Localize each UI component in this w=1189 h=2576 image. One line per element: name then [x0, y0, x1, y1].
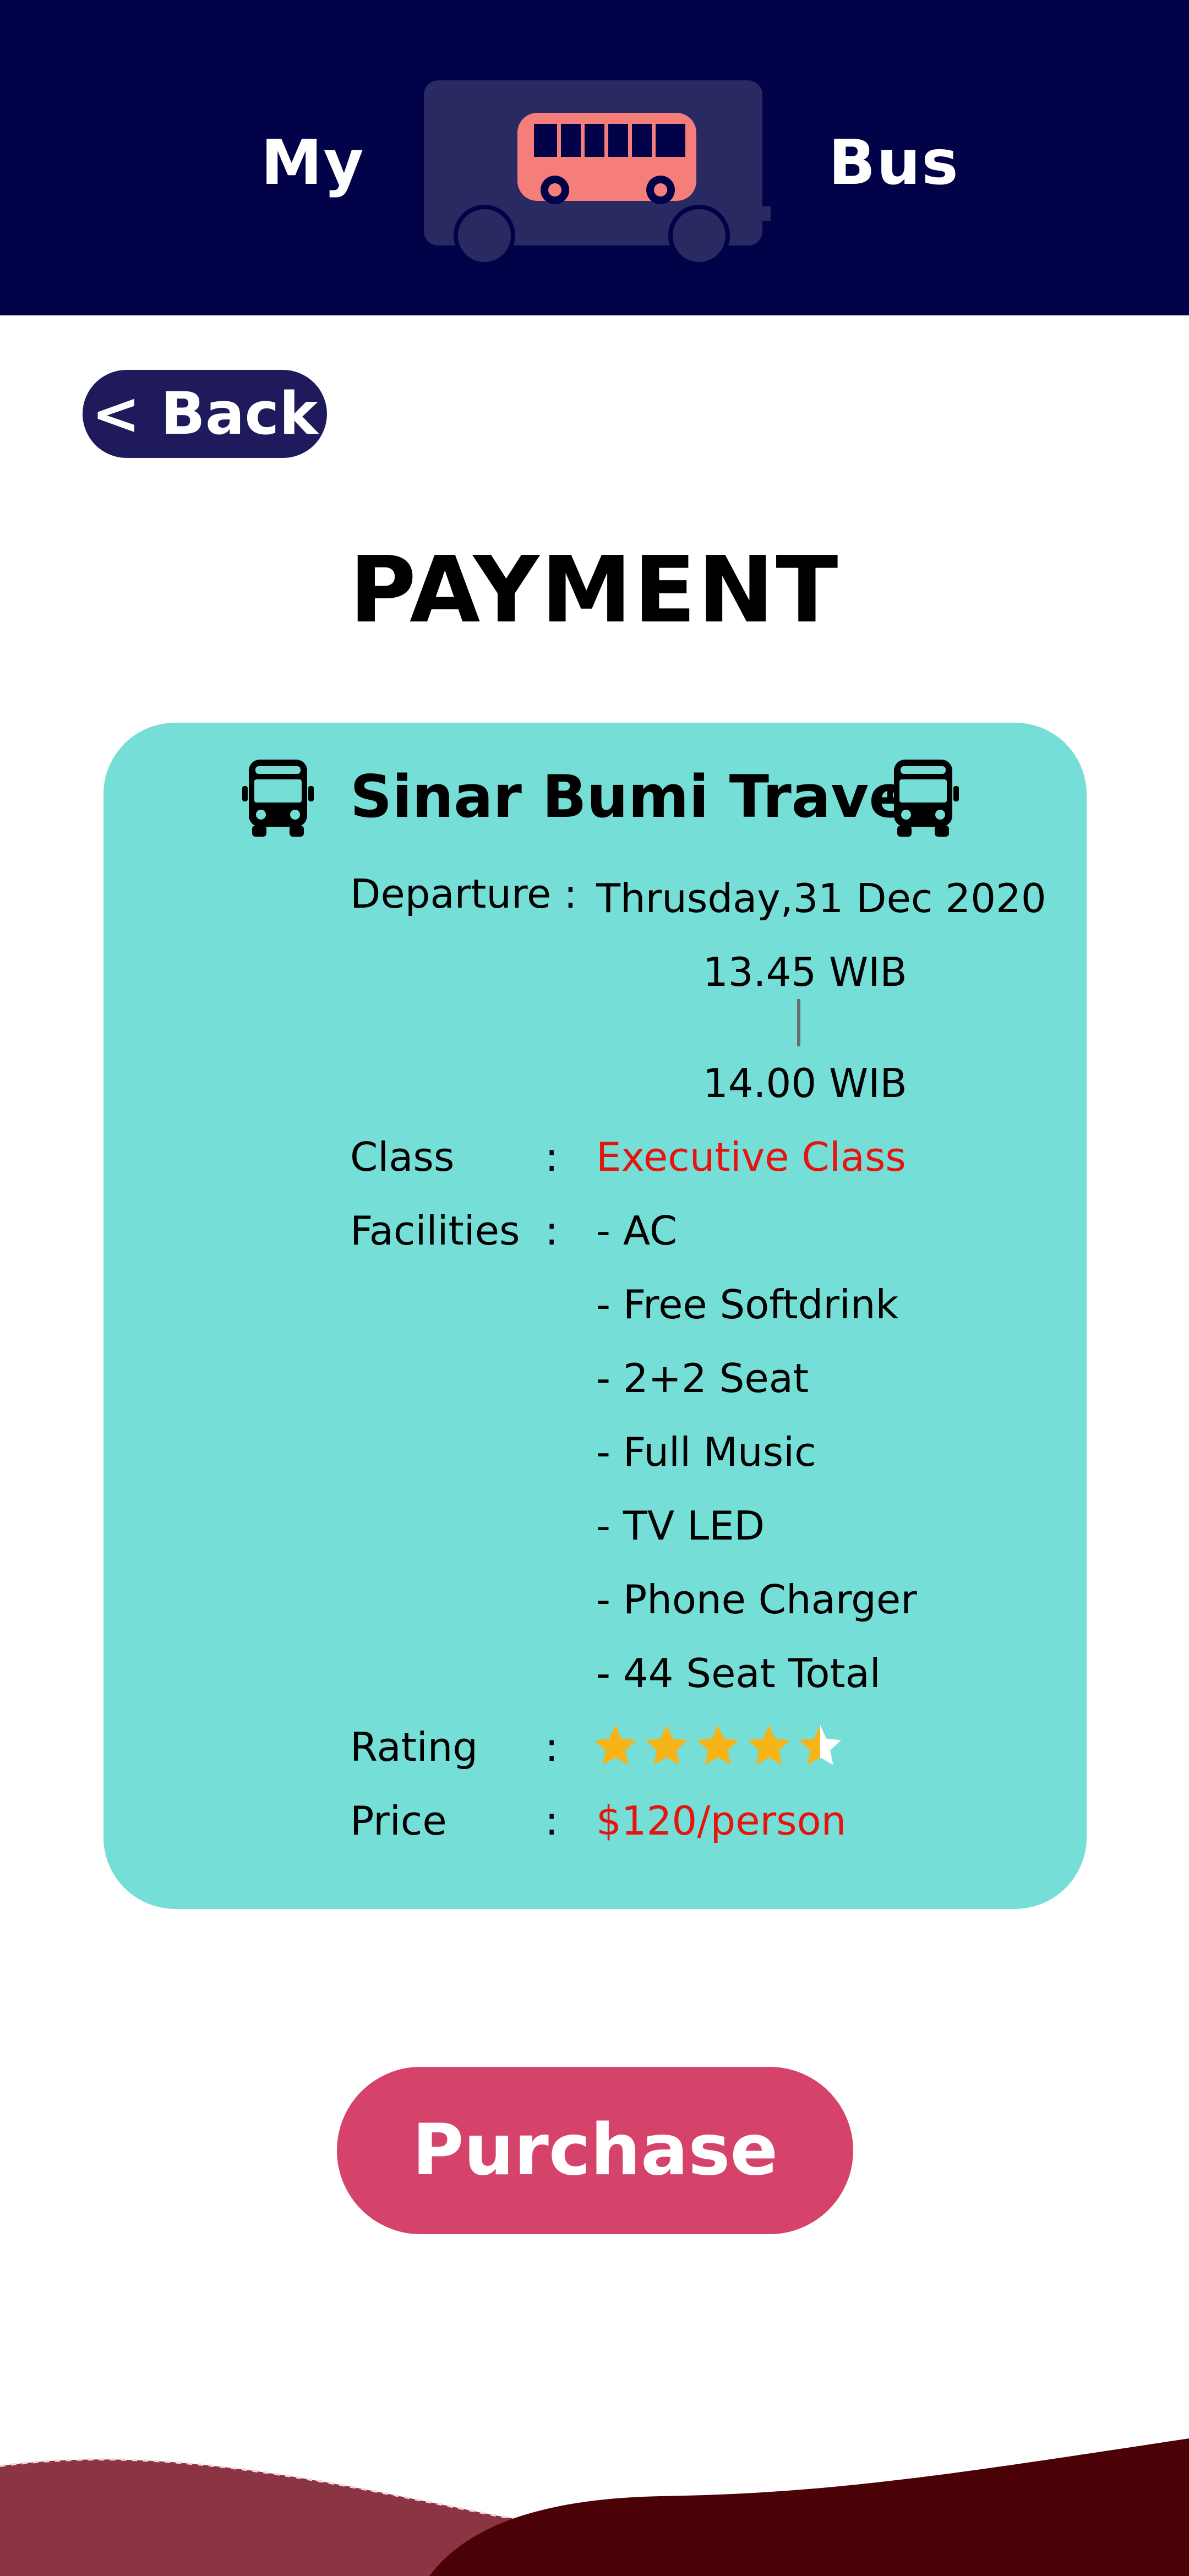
class-label: Class	[350, 1134, 455, 1180]
facility-item: - 44 Seat Total	[596, 1650, 881, 1696]
facility-item: - Full Music	[596, 1429, 816, 1475]
star-icon	[594, 1725, 636, 1765]
departure-date: Thrusday,31 Dec 2020	[596, 875, 1046, 921]
class-colon: :	[545, 1134, 559, 1180]
class-value: Executive Class	[596, 1134, 906, 1180]
price-colon: :	[545, 1798, 559, 1844]
rating-colon: :	[545, 1724, 559, 1770]
back-button[interactable]: < Back	[83, 370, 327, 458]
company-name: Sinar Bumi Travel	[350, 763, 929, 831]
logo-text-my: My	[261, 127, 365, 199]
app-header: My Bus	[0, 0, 1189, 315]
bottom-wave-decoration	[0, 2438, 1189, 2576]
bus-front-icon	[887, 760, 959, 837]
facility-item: - AC	[596, 1208, 678, 1254]
rating-label: Rating	[350, 1724, 478, 1770]
facility-item: - 2+2 Seat	[596, 1355, 809, 1401]
facilities-label: Facilities	[350, 1208, 520, 1254]
bus-front-icon	[242, 760, 314, 837]
star-icon	[697, 1725, 739, 1765]
page-title: PAYMENT	[349, 537, 840, 643]
purchase-button[interactable]: Purchase	[337, 2067, 853, 2234]
departure-time-end: 14.00 WIB	[703, 1060, 907, 1106]
price-value: $120/person	[596, 1798, 847, 1844]
star-icon	[748, 1725, 790, 1765]
logo-text-bus: Bus	[828, 127, 959, 199]
rating-stars	[594, 1725, 841, 1765]
star-icon	[799, 1725, 841, 1765]
departure-time-start: 13.45 WIB	[703, 949, 907, 995]
departure-label: Departure :	[350, 871, 577, 917]
price-label: Price	[350, 1798, 447, 1844]
star-icon	[646, 1725, 688, 1765]
facility-item: - TV LED	[596, 1503, 765, 1549]
bus-logo-icon	[424, 80, 771, 264]
facility-item: - Free Softdrink	[596, 1281, 899, 1328]
time-divider	[797, 999, 800, 1046]
facilities-colon: :	[545, 1208, 559, 1254]
facility-item: - Phone Charger	[596, 1576, 917, 1623]
